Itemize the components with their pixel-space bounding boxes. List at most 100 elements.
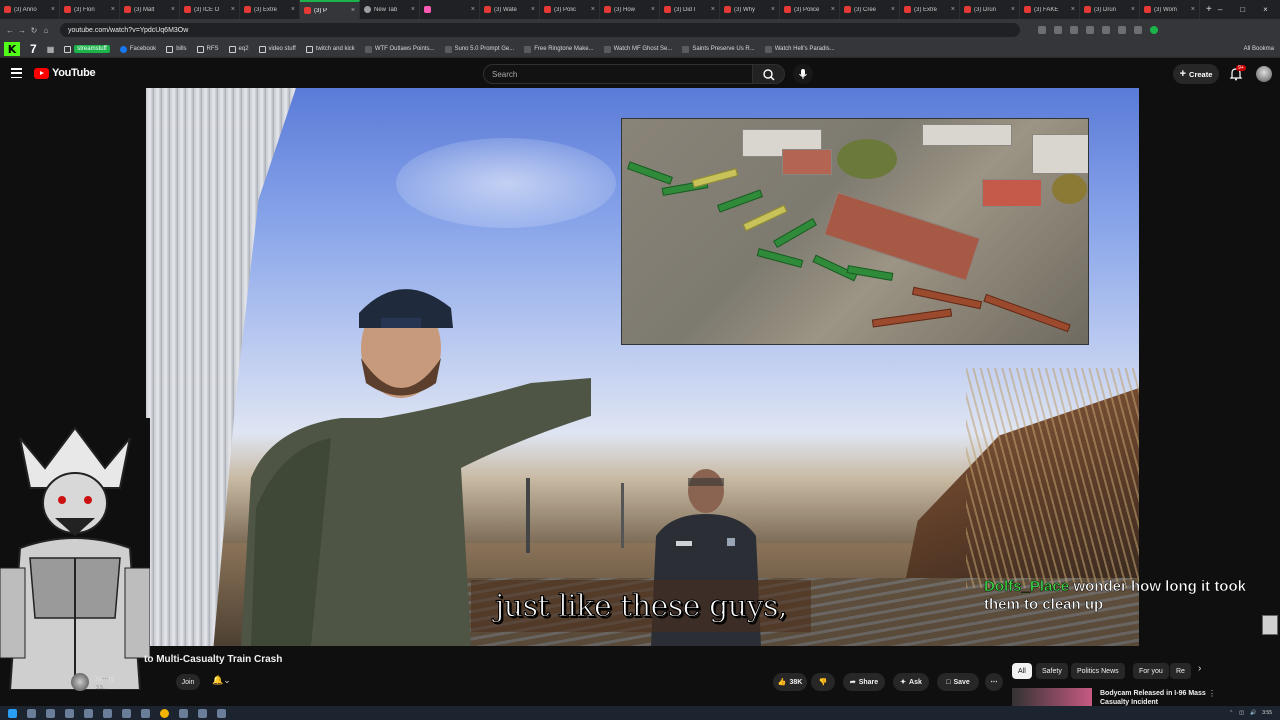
- bookmark-item[interactable]: eq2: [228, 45, 249, 53]
- app-icon[interactable]: [65, 708, 74, 718]
- app-icon[interactable]: [217, 708, 226, 718]
- share-button[interactable]: ➦ Share: [843, 673, 885, 691]
- chevron-right-icon[interactable]: ›: [1198, 663, 1201, 674]
- extension-icon[interactable]: [1070, 26, 1078, 34]
- close-tab-icon[interactable]: ×: [1071, 6, 1075, 13]
- browser-tab[interactable]: (3) Extre ×: [900, 0, 960, 19]
- recommendation-menu-icon[interactable]: ⋮: [1208, 689, 1216, 698]
- search-icon[interactable]: [27, 708, 36, 718]
- app-icon[interactable]: [122, 708, 131, 718]
- close-tab-icon[interactable]: ×: [531, 6, 535, 13]
- close-tab-icon[interactable]: ×: [111, 6, 115, 13]
- dislike-button[interactable]: 👎: [811, 673, 835, 691]
- maximize-icon[interactable]: □: [1240, 5, 1245, 14]
- cast-icon[interactable]: [1038, 26, 1046, 34]
- clock[interactable]: 3:55: [1262, 710, 1272, 716]
- puzzle-icon[interactable]: [1118, 26, 1126, 34]
- close-tab-icon[interactable]: ×: [1131, 6, 1135, 13]
- bookmark-item[interactable]: twitch and kick: [305, 45, 355, 53]
- app-icon[interactable]: [84, 708, 93, 718]
- bookmark-item[interactable]: Facebook: [119, 45, 156, 53]
- like-button[interactable]: 👍 38K: [773, 673, 807, 691]
- close-tab-icon[interactable]: ×: [831, 6, 835, 13]
- download-icon[interactable]: [1134, 26, 1142, 34]
- menu-icon[interactable]: [11, 68, 22, 78]
- browser-tab[interactable]: (3) Did I ×: [660, 0, 720, 19]
- star-icon[interactable]: [1054, 26, 1062, 34]
- save-button[interactable]: □ Save: [937, 673, 979, 691]
- close-tab-icon[interactable]: ×: [291, 6, 295, 13]
- bookmark-item[interactable]: video stuff: [258, 45, 296, 53]
- browser-tab[interactable]: (3) How ×: [600, 0, 660, 19]
- chrome-icon[interactable]: [160, 708, 169, 718]
- extension-icon[interactable]: [1102, 26, 1110, 34]
- create-button[interactable]: + Create: [1173, 64, 1219, 84]
- kick-logo-icon[interactable]: K: [4, 42, 20, 56]
- youtube-logo[interactable]: YouTube: [34, 67, 96, 79]
- close-tab-icon[interactable]: ×: [231, 6, 235, 13]
- browser-tab[interactable]: (3) Drun ×: [1080, 0, 1140, 19]
- reload-icon[interactable]: ↻: [28, 26, 40, 35]
- close-tab-icon[interactable]: ×: [891, 6, 895, 13]
- tray-chevron-icon[interactable]: ⌃: [1229, 710, 1233, 716]
- close-tab-icon[interactable]: ×: [951, 6, 955, 13]
- close-tab-icon[interactable]: ×: [471, 6, 475, 13]
- new-tab-button[interactable]: +: [1200, 4, 1218, 15]
- bookmark-item[interactable]: WTF Outlaws Points...: [364, 45, 435, 53]
- app-icon[interactable]: [179, 708, 188, 718]
- bookmark-item[interactable]: RFS: [196, 45, 219, 53]
- close-tab-icon[interactable]: ×: [51, 6, 55, 13]
- close-tab-icon[interactable]: ×: [771, 6, 775, 13]
- address-bar[interactable]: youtube.com/watch?v=YpdcUq6M3Ow: [60, 23, 1020, 37]
- browser-tab[interactable]: (3) Drun ×: [960, 0, 1020, 19]
- video-player[interactable]: [146, 88, 1139, 646]
- profile-icon[interactable]: [1150, 26, 1158, 34]
- filter-chip[interactable]: All: [1012, 663, 1032, 679]
- filter-chip[interactable]: Re: [1170, 663, 1191, 679]
- browser-tab[interactable]: (3) Wate ×: [480, 0, 540, 19]
- file-explorer-icon[interactable]: [46, 708, 55, 718]
- minimize-icon[interactable]: –: [1218, 5, 1222, 14]
- bookmark-item[interactable]: Suno 5.0 Prompt Ge...: [444, 45, 514, 53]
- close-tab-icon[interactable]: ×: [651, 6, 655, 13]
- all-bookmarks[interactable]: All Bookma: [1244, 46, 1280, 52]
- close-window-icon[interactable]: ×: [1263, 5, 1268, 14]
- voice-search-button[interactable]: [793, 64, 813, 84]
- app-icon[interactable]: [198, 708, 207, 718]
- app-icon[interactable]: [141, 708, 150, 718]
- browser-tab[interactable]: ×: [420, 0, 480, 19]
- apps-grid-icon[interactable]: ▦: [47, 45, 55, 54]
- browser-tab[interactable]: (3) Wom ×: [1140, 0, 1200, 19]
- close-tab-icon[interactable]: ×: [171, 6, 175, 13]
- more-actions-button[interactable]: ⋯: [985, 673, 1003, 691]
- network-icon[interactable]: ◫: [1239, 710, 1244, 716]
- filter-chip[interactable]: Politics News: [1071, 663, 1125, 679]
- app-icon[interactable]: [103, 708, 112, 718]
- close-tab-icon[interactable]: ×: [1011, 6, 1015, 13]
- bookmark-item[interactable]: Watch Hell's Paradis...: [764, 45, 835, 53]
- home-icon[interactable]: ⌂: [40, 26, 52, 35]
- browser-tab[interactable]: (3) Cree ×: [840, 0, 900, 19]
- account-avatar[interactable]: [1256, 66, 1272, 82]
- bookmark-item[interactable]: Watch MF Ghost Se...: [603, 45, 672, 53]
- join-button[interactable]: Join: [176, 674, 200, 690]
- browser-tab[interactable]: (3) FAKE ×: [1020, 0, 1080, 19]
- recommendation-title[interactable]: Bodycam Released in I-96 Mass Casualty I…: [1100, 689, 1210, 707]
- search-input[interactable]: Search: [483, 64, 753, 84]
- bookmark-item[interactable]: bills: [166, 45, 187, 53]
- recommendation-thumbnail[interactable]: [1012, 688, 1092, 706]
- bookmark-item[interactable]: Saints Preserve Us R...: [682, 45, 755, 53]
- browser-tab[interactable]: (3) ICE O ×: [180, 0, 240, 19]
- browser-tab[interactable]: (3) Anno ×: [0, 0, 60, 19]
- channel-avatar[interactable]: [71, 673, 89, 691]
- close-tab-icon[interactable]: ×: [1191, 6, 1195, 13]
- filter-chip[interactable]: Safety: [1036, 663, 1068, 679]
- browser-tab[interactable]: (3) Flori ×: [60, 0, 120, 19]
- filter-chip[interactable]: For you: [1133, 663, 1169, 679]
- browser-tab[interactable]: (3) Why ×: [720, 0, 780, 19]
- windows-start-icon[interactable]: [8, 708, 17, 718]
- browser-tab[interactable]: (3) Police ×: [780, 0, 840, 19]
- volume-icon[interactable]: 🔊: [1250, 710, 1256, 716]
- seven-logo-icon[interactable]: 7: [30, 42, 37, 56]
- browser-tab[interactable]: (3) Extre ×: [240, 0, 300, 19]
